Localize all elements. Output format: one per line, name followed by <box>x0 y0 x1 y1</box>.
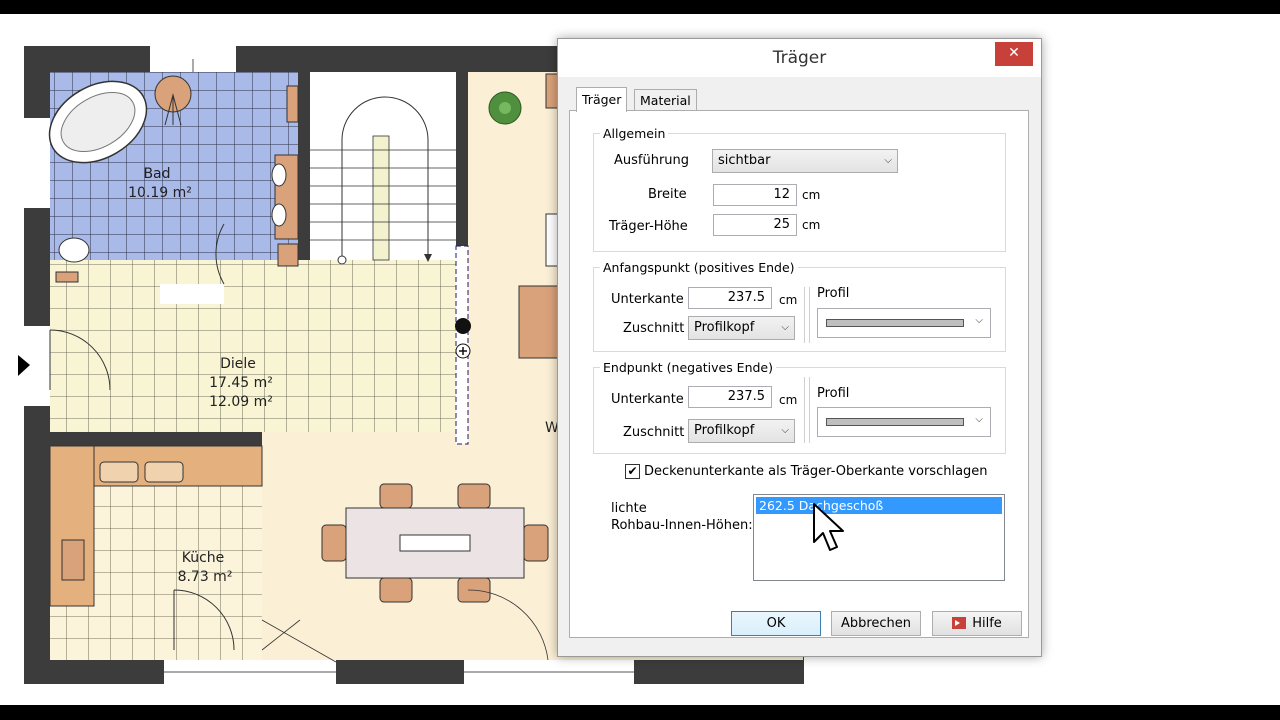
breite-input[interactable]: 12 <box>713 184 797 206</box>
list-item[interactable]: 262.5 Dachgeschoß <box>756 497 1002 514</box>
help-button-label: Hilfe <box>972 616 1002 631</box>
anfang-profil-select[interactable]: ⌵ <box>817 308 991 338</box>
ok-button[interactable]: OK <box>731 611 821 636</box>
ende-unterkante-label: Unterkante <box>611 392 684 407</box>
ende-profil-select[interactable]: ⌵ <box>817 407 991 437</box>
rohbau-hoehen-list[interactable]: 262.5 Dachgeschoß <box>753 494 1005 581</box>
chevron-down-icon: ⌵ <box>781 425 789 436</box>
room-area-kitchen: 8.73 m² <box>178 569 233 585</box>
profile-preview-icon <box>826 319 964 327</box>
room-area-bath: 10.19 m² <box>128 185 192 201</box>
cancel-button[interactable]: Abbrechen <box>831 611 921 636</box>
tab-traeger[interactable]: Träger <box>576 87 628 112</box>
rohbau-innen-hoehen-label: Rohbau-Innen-Höhen: <box>611 518 753 533</box>
anfang-zuschnitt-label: Zuschnitt <box>623 321 685 336</box>
sink-icon <box>271 163 287 187</box>
close-icon: ✕ <box>1008 45 1020 61</box>
ende-profil-label: Profil <box>817 386 850 401</box>
room-area-hall-2: 12.09 m² <box>209 394 273 410</box>
ende-unterkante-input[interactable]: 237.5 <box>688 386 772 408</box>
group-anfangspunkt-legend: Anfangspunkt (positives Ende) <box>603 260 795 275</box>
help-icon <box>952 616 967 629</box>
ende-zuschnitt-select[interactable]: Profilkopf ⌵ <box>688 419 795 443</box>
room-area-hall: 17.45 m² <box>209 375 273 391</box>
ausfuehrung-value: sichtbar <box>718 153 771 168</box>
sofa <box>518 285 560 359</box>
ende-zuschnitt-label: Zuschnitt <box>623 425 685 440</box>
separator <box>804 287 810 343</box>
room-label-hall: Diele <box>220 356 256 372</box>
close-button[interactable]: ✕ <box>995 42 1033 66</box>
separator <box>804 377 810 443</box>
ausfuehrung-select[interactable]: sichtbar ⌵ <box>712 149 898 173</box>
chevron-down-icon: ⌵ <box>781 322 789 333</box>
group-endpunkt-legend: Endpunkt (negatives Ende) <box>603 360 774 375</box>
ausfuehrung-label: Ausführung <box>614 153 690 168</box>
anfang-zuschnitt-value: Profilkopf <box>694 320 755 335</box>
window-bath <box>24 118 50 208</box>
profile-preview-icon <box>826 418 964 426</box>
anfang-zuschnitt-select[interactable]: Profilkopf ⌵ <box>688 316 795 340</box>
traeger-hoehe-unit: cm <box>802 218 821 232</box>
ende-zuschnitt-value: Profilkopf <box>694 423 755 438</box>
group-allgemein-legend: Allgemein <box>603 126 666 141</box>
plant-icon <box>488 91 522 125</box>
chevron-down-icon: ⌵ <box>975 414 983 425</box>
mouse-cursor-icon <box>813 503 844 551</box>
traeger-hoehe-label: Träger-Höhe <box>609 219 688 234</box>
room-label-kitchen: Küche <box>182 550 225 566</box>
deckenunterkante-label: Deckenunterkante als Träger-Oberkante vo… <box>644 464 988 479</box>
anfang-unterkante-input[interactable]: 237.5 <box>688 287 772 309</box>
anfang-profil-label: Profil <box>817 286 850 301</box>
bath-door-opening <box>160 284 224 304</box>
anfang-unterkante-label: Unterkante <box>611 292 684 307</box>
breite-unit: cm <box>802 188 821 202</box>
room-label-bath: Bad <box>143 166 170 182</box>
dialog-title: Träger <box>558 39 1041 77</box>
traeger-hoehe-input[interactable]: 25 <box>713 214 797 236</box>
checkmark-icon: ✔ <box>627 464 638 478</box>
chevron-down-icon: ⌵ <box>884 155 892 166</box>
breite-label: Breite <box>648 187 687 202</box>
ende-unterkante-unit: cm <box>779 393 798 407</box>
deckenunterkante-checkbox[interactable]: ✔ <box>625 464 640 479</box>
lichte-label: lichte <box>611 501 647 516</box>
tab-material[interactable]: Material <box>634 89 697 112</box>
anfang-unterkante-unit: cm <box>779 293 798 307</box>
help-button[interactable]: Hilfe <box>932 611 1022 636</box>
chevron-down-icon: ⌵ <box>975 315 983 326</box>
sink-icon <box>271 203 287 227</box>
